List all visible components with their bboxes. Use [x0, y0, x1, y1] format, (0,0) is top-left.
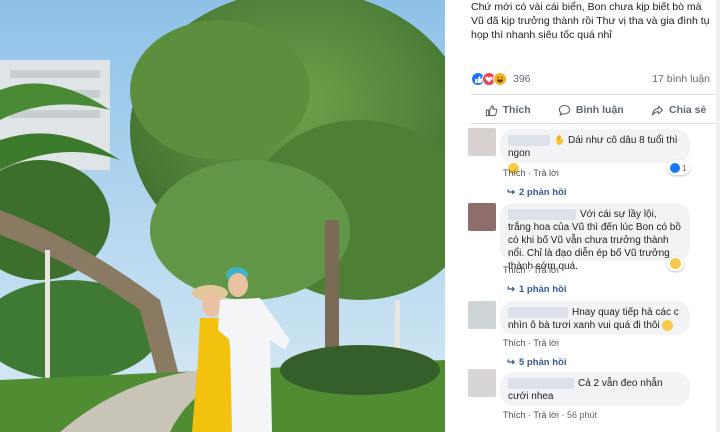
replies-label: 1 phản hồi [518, 284, 567, 295]
avatar[interactable] [468, 128, 496, 156]
comment-reply-link[interactable]: Trả lời [533, 265, 559, 275]
comment-actions: Thích · Trả lời [503, 265, 559, 275]
reply-arrow-icon: ↪ [507, 187, 515, 198]
comment-actions: Thích · Trả lời [503, 168, 559, 178]
comment-reaction-badge[interactable] [667, 256, 684, 271]
smile-emoji [662, 319, 674, 331]
comment-bubble: Hnay quay tiếp hả các c nhìn ô bà tươi x… [500, 301, 690, 335]
reply-arrow-icon: ↪ [507, 357, 515, 368]
comment-like-link[interactable]: Thích [503, 338, 526, 348]
reaction-count: 396 [513, 73, 531, 85]
commenter-name[interactable] [508, 134, 550, 146]
share-button[interactable]: Chia sẻ [651, 104, 706, 117]
share-button-label: Chia sẻ [669, 104, 707, 116]
commenter-name[interactable] [508, 208, 576, 220]
view-replies-link[interactable]: ↪ 2 phản hồi [507, 187, 566, 198]
comment-bubble: Cả 2 vẫn đeo nhẫn cưới nhea [500, 372, 690, 406]
avatar[interactable] [468, 369, 496, 397]
photo-scene [0, 0, 445, 432]
comment-like-link[interactable]: Thích [503, 410, 526, 420]
comment-bubble: Với cái sự lầy lội, trắng hoa của Vũ thì… [500, 203, 690, 272]
comment-icon [558, 104, 571, 116]
comment-bubble: ✋ Dái như cô dâu 8 tuổi thì ngon [500, 129, 690, 174]
avatar[interactable] [468, 301, 496, 329]
haha-reaction-icon [670, 258, 681, 269]
replies-label: 5 phản hồi [518, 357, 567, 368]
divider [471, 94, 720, 95]
comment-button[interactable]: Bình luận [558, 104, 624, 117]
commenter-name[interactable] [508, 377, 574, 389]
view-replies-link[interactable]: ↪ 1 phản hồi [507, 284, 566, 295]
comment-reaction-badge[interactable]: 1 [667, 160, 690, 175]
haha-reaction-icon [493, 72, 507, 86]
replies-label: 2 phản hồi [518, 187, 567, 198]
avatar[interactable] [468, 203, 496, 231]
comment-like-link[interactable]: Thích [503, 265, 526, 275]
comment-reply-link[interactable]: Trả lời [533, 338, 559, 348]
like-button[interactable]: Thích [485, 104, 531, 117]
reply-arrow-icon: ↪ [507, 284, 515, 295]
comment-actions: Thích · Trả lời · 56 phút [503, 410, 597, 420]
comment-count[interactable]: 17 bình luận [652, 73, 710, 85]
scrollbar[interactable] [716, 0, 720, 432]
comment-like-link[interactable]: Thích [503, 168, 526, 178]
comment-actions: Thích · Trả lời [503, 338, 559, 348]
like-button-label: Thích [502, 104, 531, 116]
commenter-name[interactable] [508, 306, 568, 318]
reactions-summary[interactable]: 396 [471, 71, 531, 87]
comment-reaction-count: 1 [682, 162, 687, 173]
share-icon [651, 105, 664, 116]
divider [471, 123, 720, 124]
comment-button-label: Bình luận [575, 104, 624, 116]
view-replies-link[interactable]: ↪ 5 phản hồi [507, 357, 566, 368]
comment-reply-link[interactable]: Trả lời [533, 410, 559, 420]
comment-reply-link[interactable]: Trả lời [533, 168, 559, 178]
post-caption: Chứ mới có vài cái biển, Bon chưa kịp bi… [471, 1, 710, 41]
thumbs-up-icon [485, 104, 497, 116]
comment-time: 56 phút [566, 410, 597, 420]
like-reaction-icon [670, 162, 680, 173]
post-photo[interactable] [0, 0, 445, 432]
post-panel: Chứ mới có vài cái biển, Bon chưa kịp bi… [445, 0, 720, 432]
action-bar: Thích Bình luận Chia sẻ [471, 98, 720, 122]
wave-icon: ✋ [554, 135, 566, 145]
